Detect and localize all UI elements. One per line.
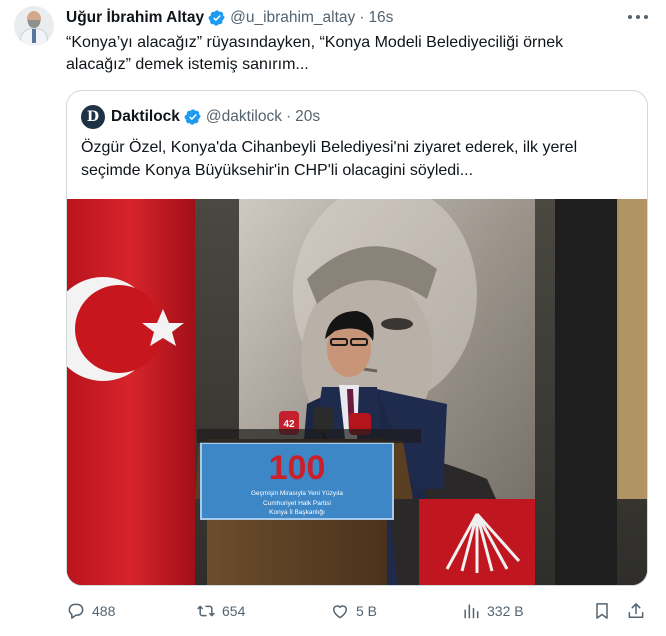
repost-icon — [197, 605, 215, 617]
share-icon — [628, 603, 644, 618]
photo-illustration: 42 100 Geçmişin Mirasıyla Yeni Yüzyıla C… — [67, 199, 647, 585]
like-button[interactable]: 5 B — [330, 600, 377, 622]
author-handle[interactable]: @u_ibrahim_altay — [230, 9, 355, 27]
action-bar: 488 654 5 B 332 B — [66, 600, 648, 622]
quote-author-name[interactable]: Daktilock — [111, 108, 180, 126]
podium-number: 100 — [269, 449, 326, 487]
like-icon — [333, 605, 347, 619]
verified-badge-icon — [184, 109, 201, 125]
tweet-time[interactable]: 16s — [368, 9, 393, 27]
views-count: 332 B — [487, 603, 524, 619]
verified-badge-icon — [208, 10, 225, 26]
quoted-tweet[interactable]: D Daktilock @daktilock · 20s Özgür Özel,… — [66, 90, 648, 586]
views-icon — [464, 604, 479, 619]
separator-dot: · — [285, 108, 292, 125]
quote-author-avatar[interactable]: D — [81, 105, 105, 129]
repost-button[interactable]: 654 — [196, 600, 245, 622]
reply-count: 488 — [92, 603, 116, 619]
podium-slogan: Geçmişin Mirasıyla Yeni Yüzyıla — [251, 490, 343, 497]
repost-count: 654 — [222, 603, 246, 619]
podium-branch: Konya İl Başkanlığı — [269, 507, 325, 516]
tweet: Uğur İbrahim Altay @u_ibrahim_altay · 16… — [0, 0, 666, 636]
separator-dot: · — [359, 9, 365, 26]
bookmark-icon — [596, 603, 608, 619]
like-count: 5 B — [356, 603, 378, 619]
reply-icon — [68, 603, 84, 619]
bookmark-button[interactable] — [592, 600, 618, 622]
more-icon[interactable] — [628, 9, 648, 25]
quote-text: Özgür Özel, Konya'da Cihanbeyli Belediye… — [81, 139, 578, 179]
podium-party: Cumhuriyet Halk Partisi — [263, 500, 331, 507]
share-button[interactable] — [626, 600, 652, 622]
author-avatar[interactable] — [14, 6, 54, 46]
quote-photo[interactable]: 42 100 Geçmişin Mirasıyla Yeni Yüzyıla C… — [67, 199, 647, 585]
quote-header: D Daktilock @daktilock · 20s — [81, 105, 320, 129]
quote-time[interactable]: 20s — [295, 108, 320, 126]
svg-text:42: 42 — [283, 419, 295, 430]
quote-author-handle[interactable]: @daktilock — [206, 108, 282, 126]
tweet-header: Uğur İbrahim Altay @u_ibrahim_altay · 16… — [66, 8, 393, 28]
views-button[interactable]: 332 B — [461, 600, 524, 622]
reply-button[interactable]: 488 — [66, 600, 115, 622]
tweet-text: “Konya’yı alacağız” rüyasındayken, “Kony… — [66, 34, 564, 73]
author-name[interactable]: Uğur İbrahim Altay — [66, 9, 204, 27]
